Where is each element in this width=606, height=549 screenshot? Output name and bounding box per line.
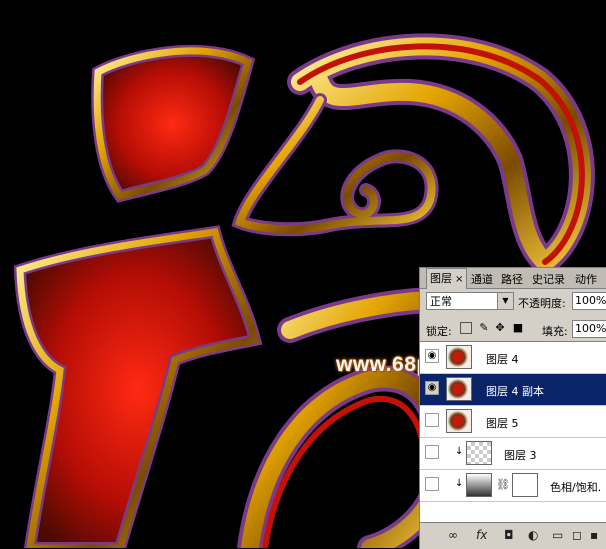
lock-position-icon[interactable]: ✥ bbox=[494, 322, 506, 334]
tab-history[interactable]: 史记录 bbox=[532, 271, 565, 287]
mask-icon[interactable]: ◘ bbox=[504, 528, 514, 542]
layer-thumbnail bbox=[466, 441, 492, 465]
opacity-input[interactable]: 100% bbox=[572, 292, 606, 310]
layer-row-5[interactable]: 图层 5 bbox=[420, 406, 606, 438]
adjustment-icon[interactable]: ◐ bbox=[528, 528, 538, 542]
layer-row-3[interactable]: ↓ 图层 3 bbox=[420, 438, 606, 470]
lock-transparent-icon[interactable] bbox=[460, 322, 472, 334]
fx-icon[interactable]: fx bbox=[476, 528, 487, 542]
fill-input[interactable]: 100% bbox=[572, 320, 606, 338]
tab-layers-label: 图层 bbox=[430, 272, 452, 285]
eye-toggle-empty[interactable] bbox=[425, 477, 439, 491]
layer-thumbnail bbox=[446, 409, 472, 433]
eye-toggle-empty[interactable] bbox=[425, 445, 439, 459]
chevron-down-icon: ▼ bbox=[497, 293, 513, 309]
link-icon[interactable]: ∞ bbox=[448, 528, 458, 542]
tab-actions[interactable]: 动作 bbox=[575, 271, 597, 287]
artwork-lower-strokes bbox=[237, 287, 454, 548]
layer-name: 色相/饱和. bbox=[550, 481, 602, 494]
tab-layers[interactable]: 图层 × bbox=[426, 268, 468, 289]
mask-thumbnail bbox=[512, 473, 538, 497]
panel-tabs: 图层 × 通道 路径 史记录 动作 bbox=[420, 268, 606, 289]
panel-bottom-bar: ∞ fx ◘ ◐ ▭ ◻ ▪ bbox=[420, 522, 606, 549]
eye-icon[interactable]: ◉ bbox=[425, 349, 439, 363]
layer-name: 图层 4 副本 bbox=[486, 385, 544, 398]
fill-label: 填充: bbox=[542, 325, 568, 338]
tab-channels[interactable]: 通道 bbox=[471, 271, 493, 287]
folder-icon[interactable]: ▭ bbox=[552, 528, 563, 542]
layer-name: 图层 3 bbox=[504, 449, 537, 462]
layer-thumbnail bbox=[446, 345, 472, 369]
lock-pixels-icon[interactable]: ✎ bbox=[478, 322, 490, 334]
lock-all-icon[interactable]: ■ bbox=[512, 322, 524, 334]
layer-name: 图层 4 bbox=[486, 353, 519, 366]
adjustment-thumbnail bbox=[466, 473, 492, 497]
close-icon[interactable]: × bbox=[455, 274, 463, 285]
artwork-spiral-stroke bbox=[231, 33, 595, 279]
new-layer-icon[interactable]: ◻ bbox=[572, 528, 582, 542]
opacity-label: 不透明度: bbox=[518, 297, 566, 310]
eye-toggle-empty[interactable] bbox=[425, 413, 439, 427]
clipping-arrow-icon: ↓ bbox=[455, 478, 464, 489]
tab-paths[interactable]: 路径 bbox=[501, 271, 523, 287]
layer-row-hue-saturation[interactable]: ↓ ⛓ 色相/饱和. bbox=[420, 470, 606, 502]
layer-row-4-copy[interactable]: ◉ 图层 4 副本 bbox=[420, 374, 606, 406]
chain-link-icon[interactable]: ⛓ bbox=[496, 478, 510, 491]
clipping-arrow-icon: ↓ bbox=[455, 446, 464, 457]
trash-icon[interactable]: ▪ bbox=[590, 528, 598, 542]
blend-mode-select[interactable]: 正常 ▼ bbox=[426, 292, 514, 310]
layers-panel: 图层 × 通道 路径 史记录 动作 正常 ▼ 不透明度: 100% 锁定: ✎ ✥… bbox=[419, 267, 606, 549]
layer-thumbnail bbox=[446, 377, 472, 401]
artwork-left-radical bbox=[13, 225, 263, 548]
layer-name: 图层 5 bbox=[486, 417, 519, 430]
eye-icon[interactable]: ◉ bbox=[425, 381, 439, 395]
artwork-dot-stroke bbox=[91, 45, 256, 203]
blend-mode-value: 正常 bbox=[430, 295, 452, 308]
layer-list: ◉ 图层 4 ◉ 图层 4 副本 图层 5 ↓ 图层 3 ↓ ⛓ 色相/饱和. bbox=[420, 341, 606, 522]
lock-label: 锁定: bbox=[426, 325, 452, 338]
layer-row-4[interactable]: ◉ 图层 4 bbox=[420, 342, 606, 374]
